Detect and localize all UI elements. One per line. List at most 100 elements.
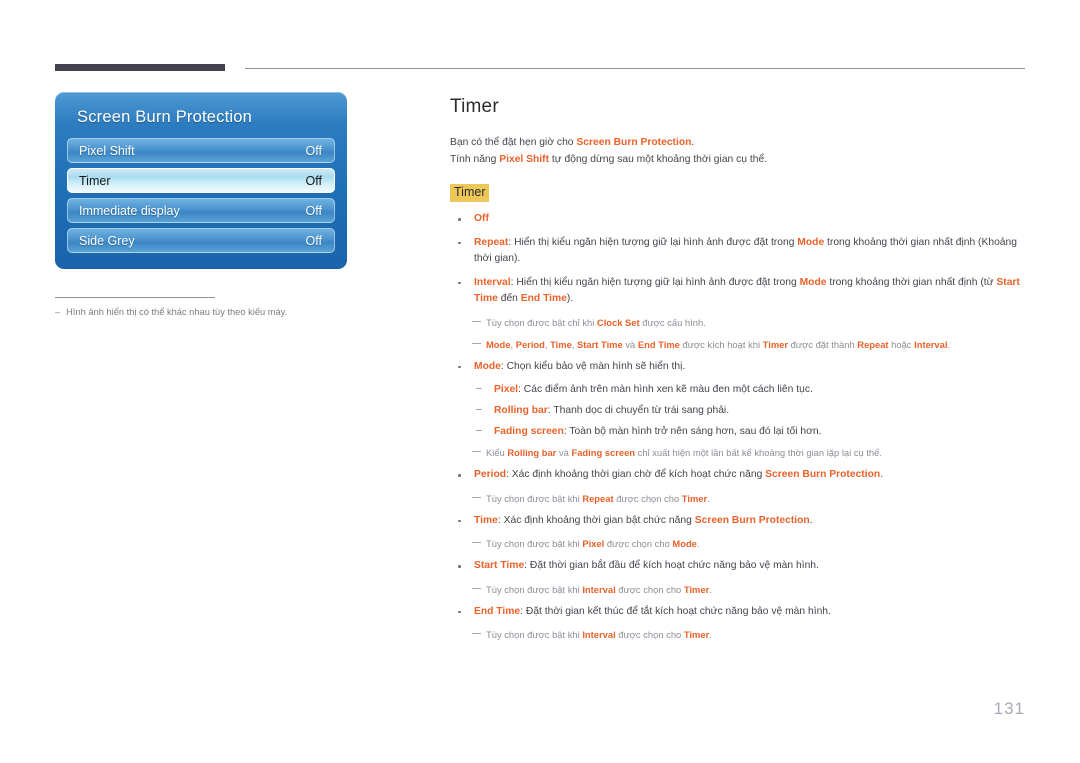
note-term-timer: Timer — [681, 492, 708, 504]
note-text-c: . — [707, 492, 710, 504]
options-list: Off Repeat: Hiển thị kiểu ngăn hiện tượn… — [450, 211, 1030, 642]
osd-row-label: Timer — [79, 173, 111, 188]
osd-menu-panel: Screen Burn Protection Pixel Shift Off T… — [55, 92, 347, 269]
header-thick-rule — [55, 64, 225, 71]
osd-row-side-grey[interactable]: Side Grey Off — [67, 228, 335, 253]
osd-row-immediate-display[interactable]: Immediate display Off — [67, 198, 335, 223]
page-header-rules — [0, 64, 1080, 76]
option-text-a: Đặt thời gian bắt đầu để kích hoạt chức … — [529, 560, 819, 571]
note-text-a: Tùy chọn được bật khi — [486, 538, 583, 549]
note-text-c: chỉ xuất hiện một lần bất kể khoảng thời… — [635, 447, 882, 458]
list-item-time: Time: Xác định khoảng thời gian bật chức… — [450, 513, 1030, 530]
note-term-interval: Interval — [582, 629, 616, 640]
list-item-end-time: End Time: Đặt thời gian kết thúc để tắt … — [450, 604, 1030, 621]
list-item-start-time: Start Time: Đặt thời gian bắt đầu để kíc… — [450, 558, 1030, 575]
note-term-interval: Interval — [582, 583, 616, 595]
option-text-a: Đặt thời gian kết thúc để tắt kích hoạt … — [525, 605, 831, 617]
option-term: Start Time — [474, 560, 525, 571]
content-column: Timer Bạn có thể đặt hẹn giờ cho Screen … — [450, 96, 1030, 649]
option-text-a: Toàn bộ màn hình trở nên sáng hơn, sau đ… — [569, 426, 822, 437]
note-text-a: Tùy chọn được bật chỉ khi — [486, 316, 597, 328]
list-item-period: Period: Xác định khoảng thời gian chờ để… — [450, 467, 1030, 484]
option-term: Fading screen — [494, 426, 564, 437]
note-term-timer: Timer — [683, 583, 710, 595]
note-text-b: được chọn cho — [615, 629, 684, 640]
note-text-c: hoặc — [888, 338, 915, 350]
intro-2-pre: Tính năng — [450, 154, 500, 165]
osd-footnote: ‒ Hình ảnh hiển thị có thể khác nhau tùy… — [55, 307, 400, 317]
option-text-a: Xác định khoảng thời gian chờ để kích ho… — [511, 469, 766, 480]
osd-row-timer[interactable]: Timer Off — [67, 168, 335, 193]
intro-1-term: Screen Burn Protection — [576, 137, 692, 148]
note-text-b: được đặt thành — [788, 338, 858, 350]
note-period-repeat: Tùy chọn được bật khi Repeat được chọn c… — [450, 491, 1030, 506]
note-term-fading-screen: Fading screen — [571, 447, 636, 458]
left-column: Screen Burn Protection Pixel Shift Off T… — [55, 92, 400, 317]
note-rolling-fading: Kiểu Rolling bar và Fading screen chỉ xu… — [450, 445, 1030, 460]
note-text-a: được kích hoạt khi — [679, 338, 763, 350]
note-activation-terms: Mode, Period, Time, Start Time và End Ti… — [450, 337, 1030, 352]
note-term-mode: Mode — [486, 338, 511, 350]
intro-1-pre: Bạn có thể đặt hẹn giờ cho — [450, 137, 577, 148]
osd-row-value: Off — [305, 143, 322, 158]
osd-row-value: Off — [305, 203, 322, 218]
option-term: Interval — [474, 276, 511, 288]
note-clock-set: Tùy chọn được bật chỉ khi Clock Set được… — [450, 315, 1030, 330]
note-term-time: Time — [550, 338, 572, 350]
list-item-mode: Mode: Chọn kiểu bảo vệ màn hình sẽ hiển … — [450, 359, 1030, 376]
note-term-interval: Interval — [914, 338, 948, 350]
intro-1-post: . — [691, 137, 695, 148]
note-text-b: được chọn cho — [613, 492, 682, 504]
note-term-mode: Mode — [672, 538, 697, 549]
note-text-c: . — [709, 583, 712, 595]
note-text-d: . — [947, 338, 951, 350]
note-term-repeat: Repeat — [857, 338, 889, 350]
option-text-b: . — [809, 514, 813, 526]
option-term: Mode — [474, 360, 501, 372]
note-term-rolling-bar: Rolling bar — [507, 447, 557, 458]
option-term-end-time: End Time — [520, 293, 567, 304]
note-term-period: Period — [515, 338, 545, 350]
option-text-a: Chọn kiểu bảo vệ màn hình sẽ hiển thị. — [506, 360, 686, 372]
option-text-b: trong khoảng thời gian nhất định (từ — [826, 276, 997, 288]
note-term-timer: Timer — [683, 629, 710, 640]
note-text-b: được cấu hình. — [639, 316, 706, 328]
intro-2-post: tự động dừng sau một khoảng thời gian cụ… — [549, 154, 768, 165]
intro-line-2: Tính năng Pixel Shift tự động dừng sau m… — [450, 151, 1030, 168]
option-text-b: . — [880, 469, 884, 480]
osd-row-label: Pixel Shift — [79, 143, 135, 158]
note-text-b: và — [556, 447, 572, 458]
list-item-interval: Interval: Hiển thị kiểu ngăn hiện tượng … — [450, 275, 1030, 308]
note-term-pixel: Pixel — [582, 538, 605, 549]
list-item-rolling-bar: Rolling bar: Thanh dọc di chuyển từ trái… — [450, 402, 1030, 419]
osd-row-pixel-shift[interactable]: Pixel Shift Off — [67, 138, 335, 163]
option-text-a: Hiển thị kiểu ngăn hiện tượng giữ lại hì… — [514, 236, 798, 248]
option-text-a: Xác định khoảng thời gian bật chức năng — [503, 514, 695, 526]
page-number: 131 — [993, 699, 1025, 718]
note-term-start-time: Start Time — [577, 338, 623, 350]
option-text-a: Hiển thị kiểu ngăn hiện tượng giữ lại hì… — [516, 276, 800, 288]
header-thin-rule — [245, 68, 1025, 69]
note-text-a: Kiểu — [486, 447, 508, 458]
note-time-pixel: Tùy chọn được bật khi Pixel được chọn ch… — [450, 536, 1030, 551]
note-end-time-interval: Tùy chọn được bật khi Interval được chọn… — [450, 627, 1030, 642]
option-text-c: đến — [497, 293, 521, 304]
option-term-sbp: Screen Burn Protection — [694, 514, 810, 526]
note-term-clock-set: Clock Set — [596, 316, 640, 328]
list-item-off: Off — [450, 211, 1030, 228]
option-term: Time — [474, 514, 498, 526]
footnote-text: Hình ảnh hiển thị có thể khác nhau tùy t… — [66, 307, 288, 317]
section-heading-timer: Timer — [450, 184, 490, 202]
list-item-pixel: Pixel: Các điểm ảnh trên màn hình xen kẽ… — [450, 381, 1030, 398]
option-term: End Time — [474, 605, 521, 617]
note-term-repeat: Repeat — [582, 492, 614, 504]
osd-menu-title: Screen Burn Protection — [77, 108, 252, 126]
osd-row-value: Off — [305, 233, 322, 248]
option-text-a: Thanh dọc di chuyển từ trái sang phải. — [553, 405, 730, 416]
list-item-repeat: Repeat: Hiển thị kiểu ngăn hiện tượng gi… — [450, 235, 1030, 268]
osd-row-label: Immediate display — [79, 203, 180, 218]
note-term-timer: Timer — [762, 338, 789, 350]
option-text-d: ). — [566, 293, 574, 304]
note-text-c: . — [709, 629, 712, 640]
page-title: Timer — [450, 96, 499, 117]
